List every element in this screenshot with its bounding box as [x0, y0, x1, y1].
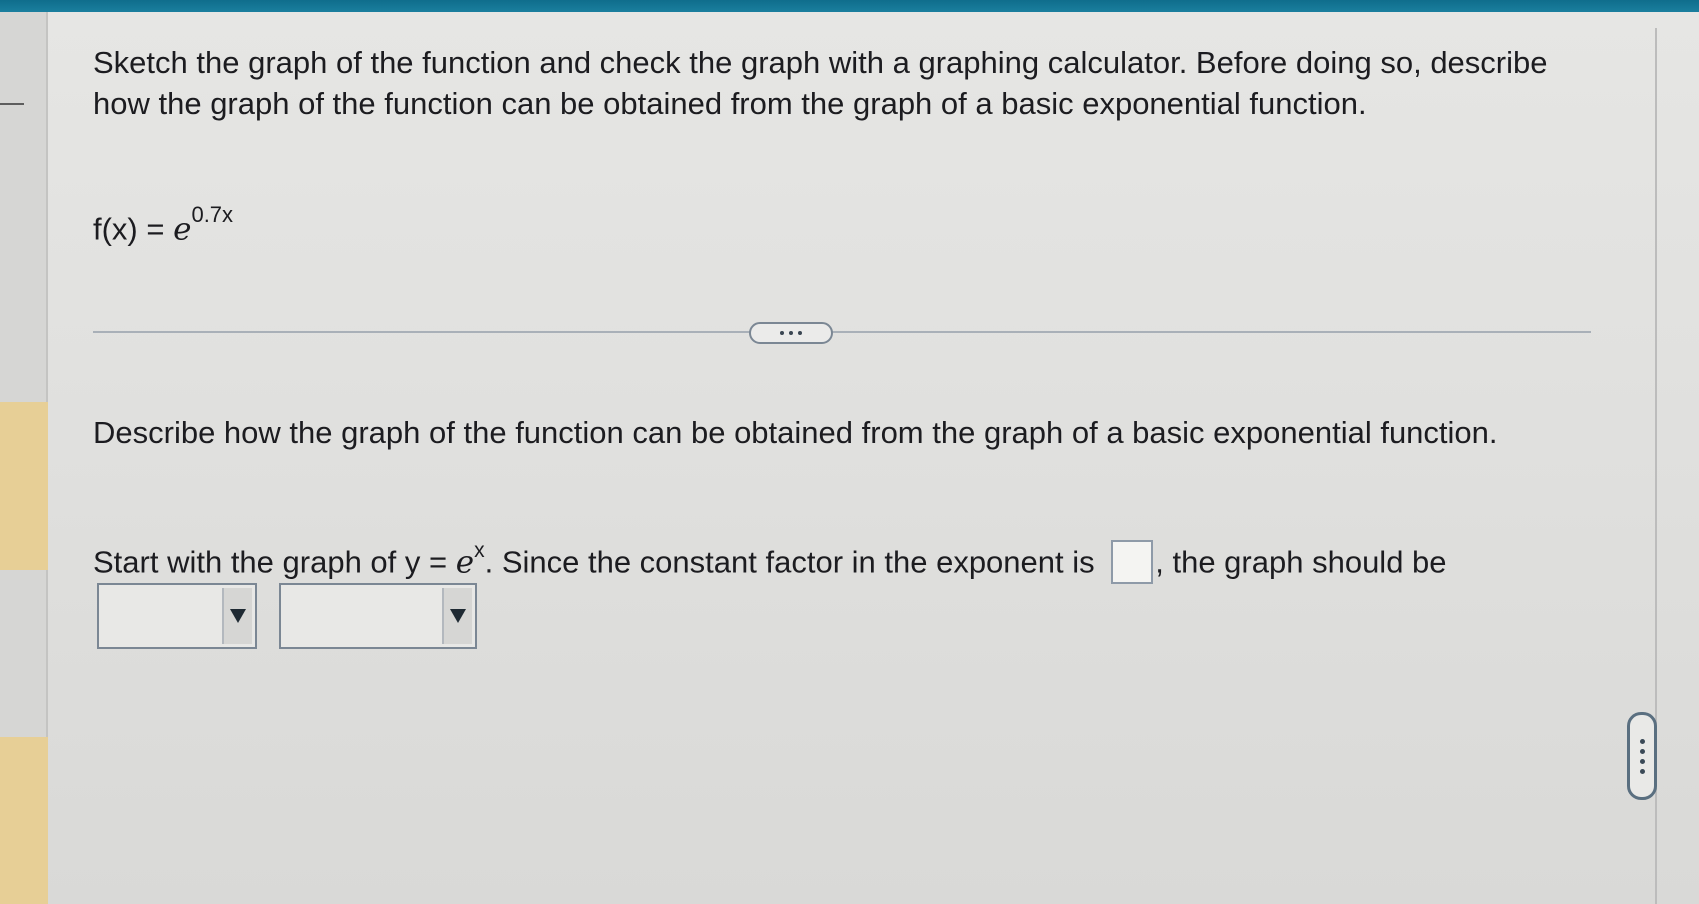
screen: Sketch the graph of the function and che…: [0, 0, 1699, 904]
sentence-exponent: x: [474, 539, 485, 562]
sentence-middle: . Since the constant factor in the expon…: [484, 544, 1104, 580]
dropdown-arrow-icon[interactable]: [442, 588, 472, 644]
transformation-select-2[interactable]: [279, 583, 477, 649]
function-expression: f(x) = e0.7x: [93, 202, 233, 248]
section-divider: [93, 331, 1591, 333]
sentence-end: , the graph should be: [1155, 544, 1447, 580]
function-exponent: 0.7x: [191, 202, 234, 227]
sentence-start: Start with the graph of y =: [93, 544, 456, 580]
sentence-base: e: [455, 544, 475, 581]
question-text: Sketch the graph of the function and che…: [93, 45, 1548, 121]
more-button[interactable]: [749, 322, 833, 344]
function-base: e: [173, 211, 192, 248]
left-highlight-band: [0, 402, 48, 570]
left-highlight-band: [0, 737, 48, 904]
part-prompt: Describe how the graph of the function c…: [93, 415, 1498, 450]
left-panel: [0, 12, 48, 904]
constant-factor-input[interactable]: [1111, 540, 1154, 585]
scroll-handle[interactable]: [1627, 712, 1657, 800]
function-lhs: f(x) =: [93, 211, 174, 247]
top-accent-bar: [0, 0, 1699, 12]
dropdown-arrow-icon[interactable]: [222, 588, 252, 644]
left-tick-mark: [0, 103, 24, 105]
ellipsis-icon: [780, 331, 784, 335]
answer-sentence: Start with the graph of y = ex. Since th…: [93, 533, 1663, 585]
transformation-select-1[interactable]: [97, 583, 257, 649]
